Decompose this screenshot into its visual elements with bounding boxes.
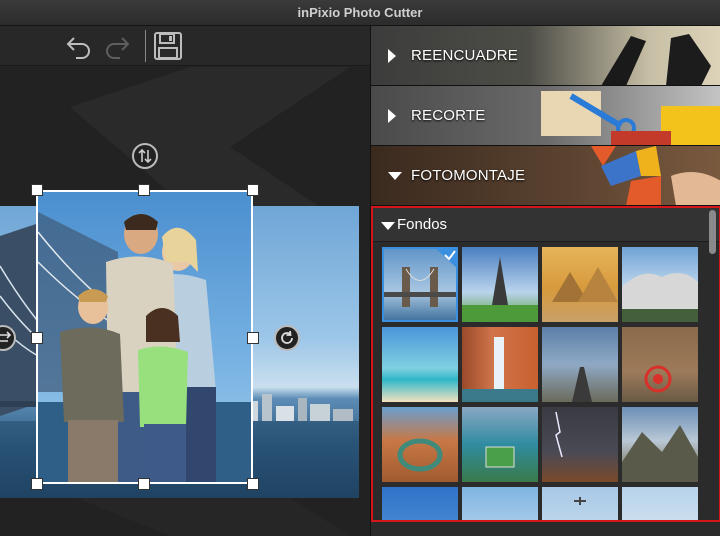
resize-handle-bottom-right[interactable] — [247, 478, 259, 490]
background-thumbnail-mount-rushmore[interactable] — [622, 247, 698, 322]
background-thumbnail-pyramids[interactable] — [542, 247, 618, 322]
redo-arrow-icon — [106, 37, 130, 59]
resize-handle-right[interactable] — [247, 332, 259, 344]
photo-canvas[interactable] — [0, 67, 370, 536]
recorte-scissors-image — [541, 91, 720, 145]
rotate-icon — [281, 330, 293, 344]
section-expanded-arrow-icon — [388, 172, 402, 180]
background-thumbnail-storm-lightning[interactable] — [542, 407, 618, 482]
selected-photo-layer[interactable] — [36, 190, 253, 484]
selected-checkmark-icon — [434, 247, 458, 269]
reencuadre-hands-image — [601, 34, 711, 85]
background-thumbnail-blue-sky-2[interactable] — [462, 487, 538, 520]
section-recorte[interactable]: RECORTE — [371, 86, 720, 146]
section-label: REENCUADRE — [411, 47, 519, 64]
resize-handle-left[interactable] — [31, 332, 43, 344]
resize-handle-top-right[interactable] — [247, 184, 259, 196]
resize-handle-bottom-left[interactable] — [31, 478, 43, 490]
background-thumbnail-bridge[interactable] — [382, 247, 458, 322]
window-title: inPixio Photo Cutter — [0, 0, 720, 26]
background-thumbnail-blue-sky-1[interactable] — [382, 487, 458, 520]
background-thumbnail-eiffel-tower[interactable] — [462, 247, 538, 322]
undo-arrow-icon — [66, 37, 90, 59]
toolbar-separator — [145, 30, 146, 62]
section-collapsed-arrow-icon — [388, 49, 396, 63]
background-thumbnail-bicycle-wall[interactable] — [622, 327, 698, 402]
fondos-scrollbar[interactable] — [709, 210, 716, 254]
fotomontaje-collage-image — [591, 146, 720, 205]
section-reencuadre[interactable]: REENCUADRE — [371, 26, 720, 86]
redo-button[interactable] — [100, 30, 134, 62]
background-thumbnail-sky-with-plane[interactable] — [542, 487, 618, 520]
fondos-header[interactable]: Fondos — [373, 208, 719, 242]
flip-vertical-button[interactable] — [132, 143, 158, 169]
section-fotomontaje[interactable]: FOTOMONTAJE — [371, 146, 720, 206]
save-button[interactable] — [150, 30, 184, 62]
background-thumbnail-canyon-bend[interactable] — [382, 407, 458, 482]
editor-toolbar — [0, 26, 370, 66]
fondos-panel: Fondos — [371, 206, 720, 522]
undo-button[interactable] — [62, 30, 96, 62]
background-thumbnail-island-stadium[interactable] — [462, 407, 538, 482]
section-label: RECORTE — [411, 107, 486, 124]
fondos-expanded-arrow-icon — [381, 222, 395, 230]
fondos-label: Fondos — [397, 216, 448, 233]
background-thumbnail-desert-road[interactable] — [542, 327, 618, 402]
tools-panel: REENCUADRE RECORTE FOTOMONTAJE Fondos — [370, 26, 720, 536]
background-thumbnail-mountain-valley[interactable] — [622, 407, 698, 482]
rotate-button[interactable] — [274, 325, 300, 351]
resize-handle-top[interactable] — [138, 184, 150, 196]
background-thumbnail-tropical-beach[interactable] — [382, 327, 458, 402]
editor-area — [0, 26, 370, 536]
family-photo — [38, 212, 251, 482]
floppy-disk-icon — [154, 32, 182, 60]
resize-handle-top-left[interactable] — [31, 184, 43, 196]
background-thumbnail-pale-sky[interactable] — [622, 487, 698, 520]
background-thumbnail-waterfall[interactable] — [462, 327, 538, 402]
flip-vertical-icon — [138, 148, 152, 164]
swap-horizontal-icon — [0, 331, 12, 342]
resize-handle-bottom[interactable] — [138, 478, 150, 490]
section-label: FOTOMONTAJE — [411, 167, 526, 184]
swap-horizontal-button[interactable] — [0, 325, 16, 351]
section-collapsed-arrow-icon — [388, 109, 396, 123]
